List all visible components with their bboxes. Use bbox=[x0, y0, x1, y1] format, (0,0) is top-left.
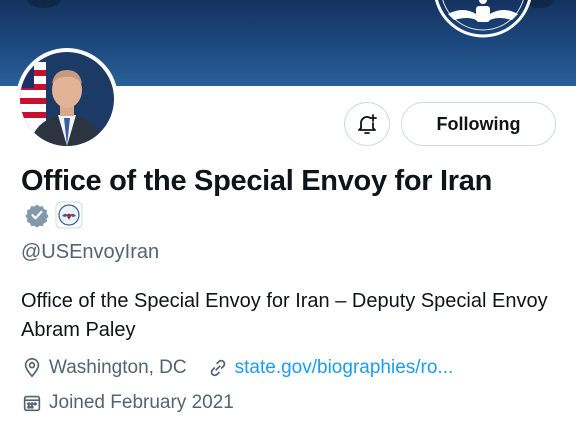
notifications-button[interactable] bbox=[344, 102, 390, 146]
following-button[interactable]: Following bbox=[401, 102, 556, 146]
verified-badge-icon[interactable] bbox=[25, 203, 49, 228]
profile-display-name: Office of the Special Envoy for Iran bbox=[21, 163, 541, 235]
profile-joined-date: Joined February 2021 bbox=[49, 392, 234, 413]
display-name-text: Office of the Special Envoy for Iran bbox=[21, 165, 493, 197]
profile-meta-row: Washington, DC state.gov/biographies/ro.… bbox=[21, 355, 453, 381]
banner-back-button[interactable] bbox=[26, 0, 62, 8]
link-icon bbox=[207, 357, 229, 379]
profile-location: Washington, DC bbox=[49, 357, 187, 378]
location-pin-icon bbox=[21, 357, 43, 379]
profile-joined-row: Joined February 2021 bbox=[21, 390, 234, 416]
avatar-photo bbox=[20, 52, 114, 146]
profile-website-link[interactable]: state.gov/biographies/ro... bbox=[235, 357, 454, 379]
profile-avatar[interactable] bbox=[16, 48, 118, 150]
profile-bio: Office of the Special Envoy for Iran – D… bbox=[21, 290, 548, 341]
calendar-icon bbox=[21, 392, 43, 414]
state-department-seal-icon[interactable] bbox=[55, 201, 83, 229]
profile-handle: @USEnvoyIran bbox=[21, 241, 160, 263]
banner-seal-image bbox=[434, 0, 532, 38]
bell-plus-icon bbox=[358, 114, 377, 134]
